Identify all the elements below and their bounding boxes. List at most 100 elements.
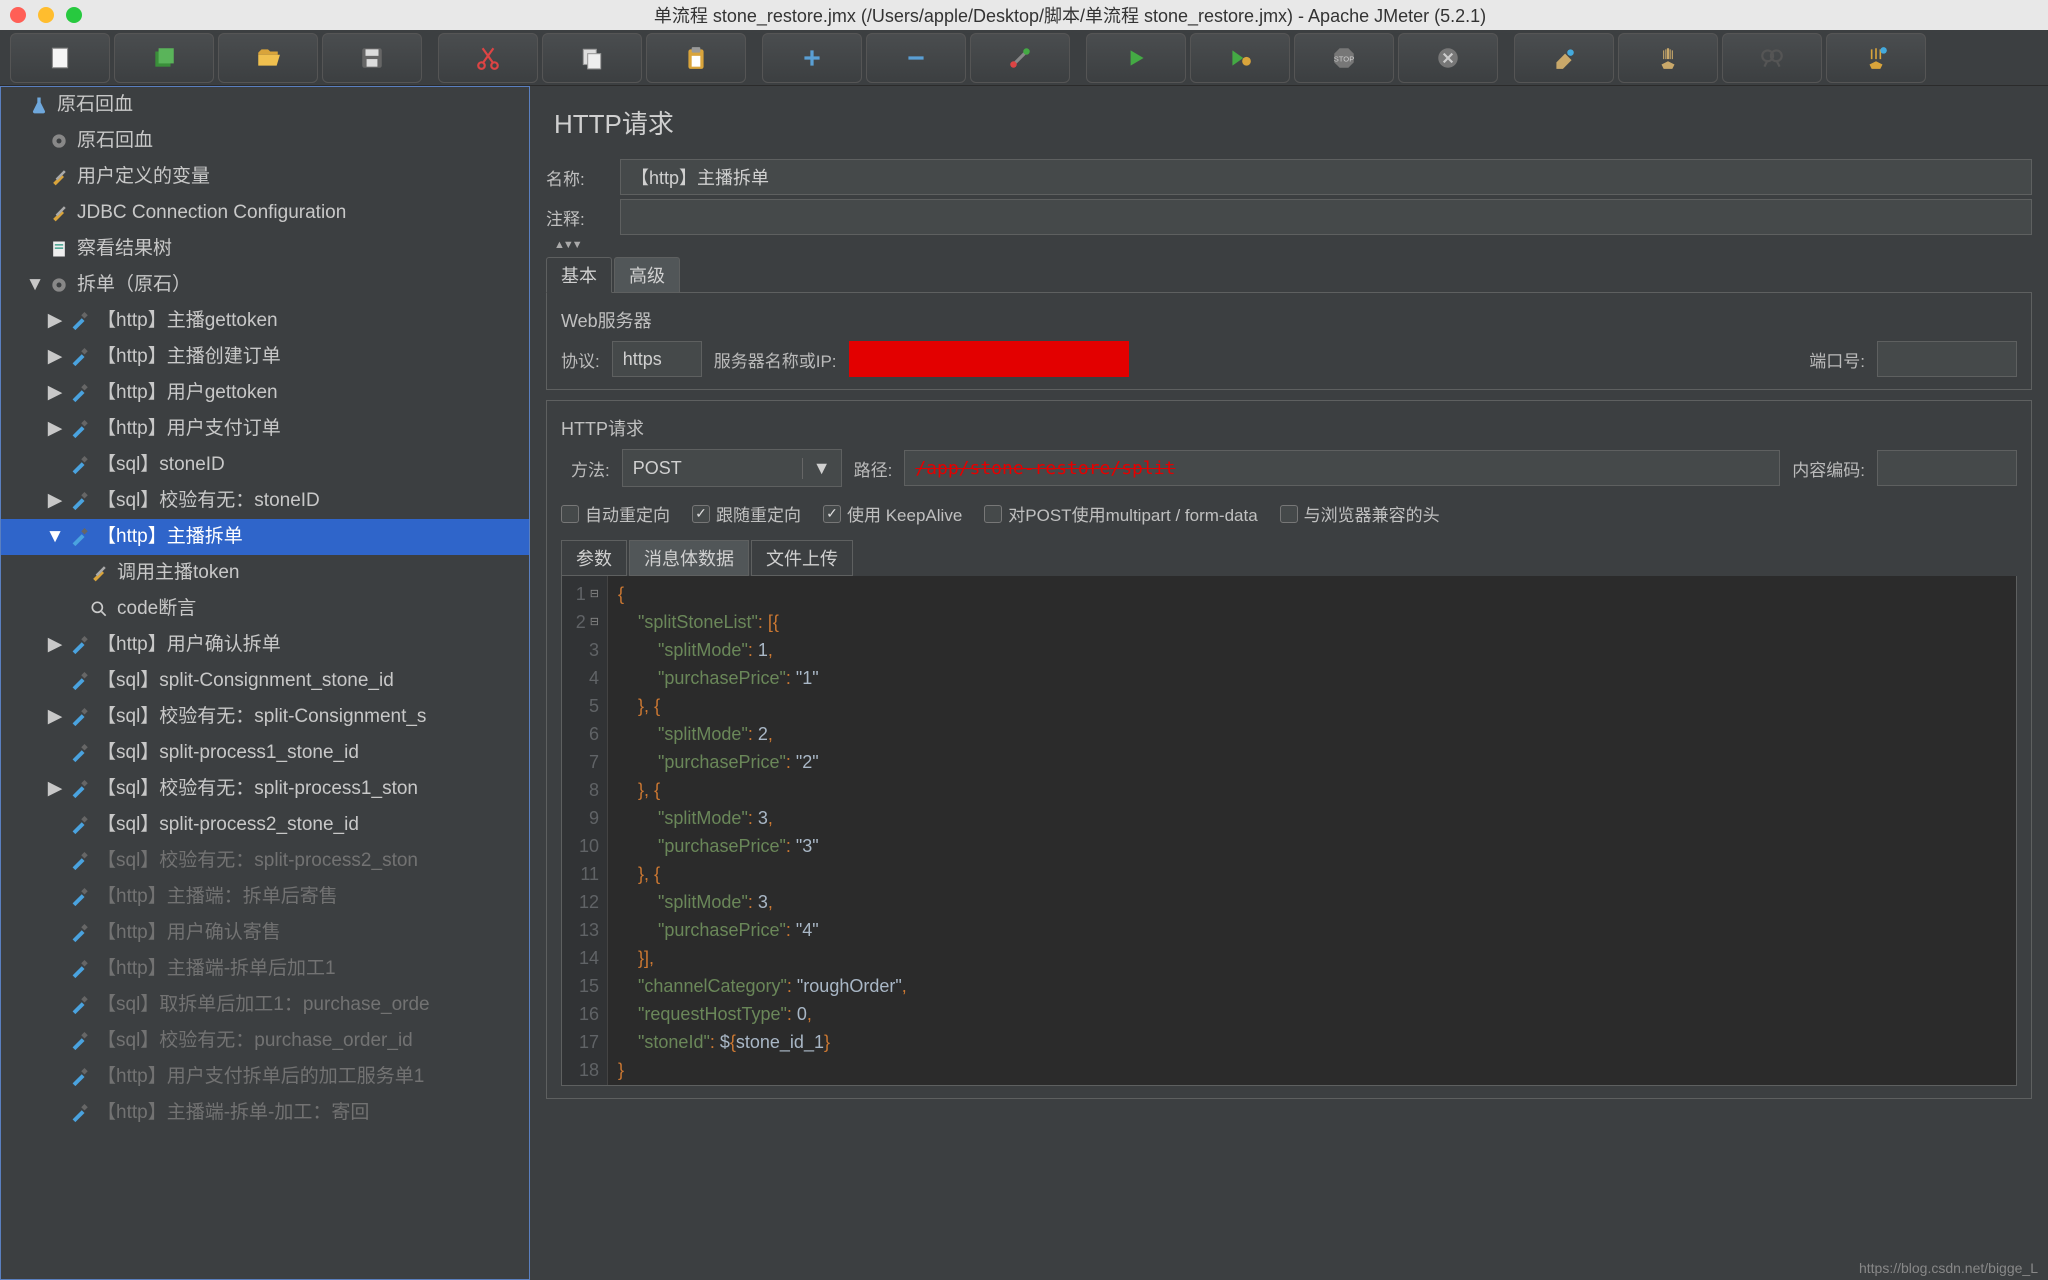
- disclosure-icon[interactable]: [45, 1031, 65, 1051]
- check-multipart[interactable]: 对POST使用multipart / form-data: [984, 501, 1257, 526]
- disclosure-icon[interactable]: ▶: [45, 419, 65, 439]
- check-keepalive[interactable]: 使用 KeepAlive: [823, 501, 962, 526]
- disclosure-icon[interactable]: [5, 95, 25, 115]
- disclosure-icon[interactable]: [45, 851, 65, 871]
- body-tab-params[interactable]: 参数: [561, 540, 627, 576]
- protocol-input[interactable]: [612, 341, 702, 377]
- disclosure-icon[interactable]: [45, 995, 65, 1015]
- check-auto-redirect[interactable]: 自动重定向: [561, 501, 670, 526]
- disclosure-icon[interactable]: [45, 743, 65, 763]
- disclosure-icon[interactable]: ▶: [45, 347, 65, 367]
- maximize-icon[interactable]: [66, 7, 82, 23]
- server-input[interactable]: [849, 341, 1129, 377]
- disclosure-icon[interactable]: ▶: [45, 383, 65, 403]
- tree-item[interactable]: ▶【http】主播gettoken: [1, 303, 529, 339]
- tab-basic[interactable]: 基本: [546, 257, 612, 293]
- disclosure-icon[interactable]: [25, 131, 45, 151]
- cut-button[interactable]: [438, 33, 538, 83]
- tree-item[interactable]: 【http】主播端-拆单后加工1: [1, 951, 529, 987]
- tree-item[interactable]: 【sql】split-process1_stone_id: [1, 735, 529, 771]
- encoding-input[interactable]: [1877, 450, 2017, 486]
- disclosure-icon[interactable]: [45, 671, 65, 691]
- add-button[interactable]: [762, 33, 862, 83]
- disclosure-icon[interactable]: [65, 599, 85, 619]
- collapse-icon[interactable]: ▲▼▼: [554, 239, 2032, 251]
- tree-item[interactable]: ▶【http】用户支付订单: [1, 411, 529, 447]
- tree-item[interactable]: ▶【http】用户gettoken: [1, 375, 529, 411]
- tree-item[interactable]: ▼拆单（原石）: [1, 267, 529, 303]
- tree-item[interactable]: 【sql】取拆单后加工1：purchase_orde: [1, 987, 529, 1023]
- tree-item[interactable]: 【http】用户支付拆单后的加工服务单1: [1, 1059, 529, 1095]
- disclosure-icon[interactable]: [45, 455, 65, 475]
- copy-button[interactable]: [542, 33, 642, 83]
- disclosure-icon[interactable]: [25, 239, 45, 259]
- tree-item[interactable]: JDBC Connection Configuration: [1, 195, 529, 231]
- tree-item[interactable]: 察看结果树: [1, 231, 529, 267]
- disclosure-icon[interactable]: ▶: [45, 491, 65, 511]
- tree-item[interactable]: ▼【http】主播拆单: [1, 519, 529, 555]
- close-icon[interactable]: [10, 7, 26, 23]
- disclosure-icon[interactable]: [45, 923, 65, 943]
- disclosure-icon[interactable]: ▶: [45, 311, 65, 331]
- editor-code[interactable]: { "splitStoneList": [{ "splitMode": 1, "…: [608, 576, 2016, 1085]
- body-editor[interactable]: 1⊟2⊟3456789101112131415161718 { "splitSt…: [561, 576, 2017, 1086]
- name-input[interactable]: [620, 159, 2032, 195]
- tree-item[interactable]: 原石回血: [1, 87, 529, 123]
- search-button[interactable]: [1722, 33, 1822, 83]
- tree-item[interactable]: 【sql】split-process2_stone_id: [1, 807, 529, 843]
- tree-item[interactable]: 【sql】校验有无：purchase_order_id: [1, 1023, 529, 1059]
- tree-item[interactable]: 【http】用户确认寄售: [1, 915, 529, 951]
- disclosure-icon[interactable]: [45, 959, 65, 979]
- body-tab-upload[interactable]: 文件上传: [751, 540, 853, 576]
- run-no-pause-button[interactable]: [1190, 33, 1290, 83]
- run-button[interactable]: [1086, 33, 1186, 83]
- tree-item[interactable]: 【sql】校验有无：split-process2_ston: [1, 843, 529, 879]
- tree-item[interactable]: ▶【sql】校验有无：split-process1_ston: [1, 771, 529, 807]
- templates-button[interactable]: [114, 33, 214, 83]
- path-input[interactable]: /app/stone-restore/split: [904, 450, 1780, 486]
- disclosure-icon[interactable]: [65, 563, 85, 583]
- tree-item[interactable]: 调用主播token: [1, 555, 529, 591]
- disclosure-icon[interactable]: [45, 815, 65, 835]
- disclosure-icon[interactable]: [25, 167, 45, 187]
- check-browser[interactable]: 与浏览器兼容的头: [1280, 501, 1440, 526]
- tree-item[interactable]: 用户定义的变量: [1, 159, 529, 195]
- tree-item[interactable]: 【sql】stoneID: [1, 447, 529, 483]
- tree-item[interactable]: ▶【http】用户确认拆单: [1, 627, 529, 663]
- disclosure-icon[interactable]: ▶: [45, 635, 65, 655]
- disclosure-icon[interactable]: ▶: [45, 779, 65, 799]
- new-button[interactable]: [10, 33, 110, 83]
- minimize-icon[interactable]: [38, 7, 54, 23]
- tree-item[interactable]: 【http】主播端-拆单-加工：寄回: [1, 1095, 529, 1131]
- body-tab-body[interactable]: 消息体数据: [629, 540, 749, 576]
- reset-search-button[interactable]: [1826, 33, 1926, 83]
- disclosure-icon[interactable]: [45, 1067, 65, 1087]
- disclosure-icon[interactable]: ▼: [25, 275, 45, 295]
- tree-item[interactable]: ▶【sql】校验有无：stoneID: [1, 483, 529, 519]
- comment-input[interactable]: [620, 199, 2032, 235]
- disclosure-icon[interactable]: ▼: [45, 527, 65, 547]
- disclosure-icon[interactable]: [45, 1103, 65, 1123]
- method-select[interactable]: POST ▼: [622, 449, 842, 487]
- port-input[interactable]: [1877, 341, 2017, 377]
- tree-item[interactable]: 【http】主播端：拆单后寄售: [1, 879, 529, 915]
- shutdown-button[interactable]: [1398, 33, 1498, 83]
- tree-item[interactable]: 【sql】split-Consignment_stone_id: [1, 663, 529, 699]
- check-follow-redirect[interactable]: 跟随重定向: [692, 501, 801, 526]
- save-button[interactable]: [322, 33, 422, 83]
- tree-panel[interactable]: 原石回血原石回血用户定义的变量JDBC Connection Configura…: [0, 86, 530, 1280]
- toggle-button[interactable]: [970, 33, 1070, 83]
- tree-item[interactable]: 原石回血: [1, 123, 529, 159]
- test-plan-tree[interactable]: 原石回血原石回血用户定义的变量JDBC Connection Configura…: [1, 87, 529, 1131]
- clear-all-button[interactable]: [1618, 33, 1718, 83]
- stop-button[interactable]: STOP: [1294, 33, 1394, 83]
- tree-item[interactable]: ▶【http】主播创建订单: [1, 339, 529, 375]
- tab-advanced[interactable]: 高级: [614, 257, 680, 293]
- tree-item[interactable]: code断言: [1, 591, 529, 627]
- disclosure-icon[interactable]: [45, 887, 65, 907]
- tree-item[interactable]: ▶【sql】校验有无：split-Consignment_s: [1, 699, 529, 735]
- remove-button[interactable]: [866, 33, 966, 83]
- clear-button[interactable]: [1514, 33, 1614, 83]
- disclosure-icon[interactable]: ▶: [45, 707, 65, 727]
- disclosure-icon[interactable]: [25, 203, 45, 223]
